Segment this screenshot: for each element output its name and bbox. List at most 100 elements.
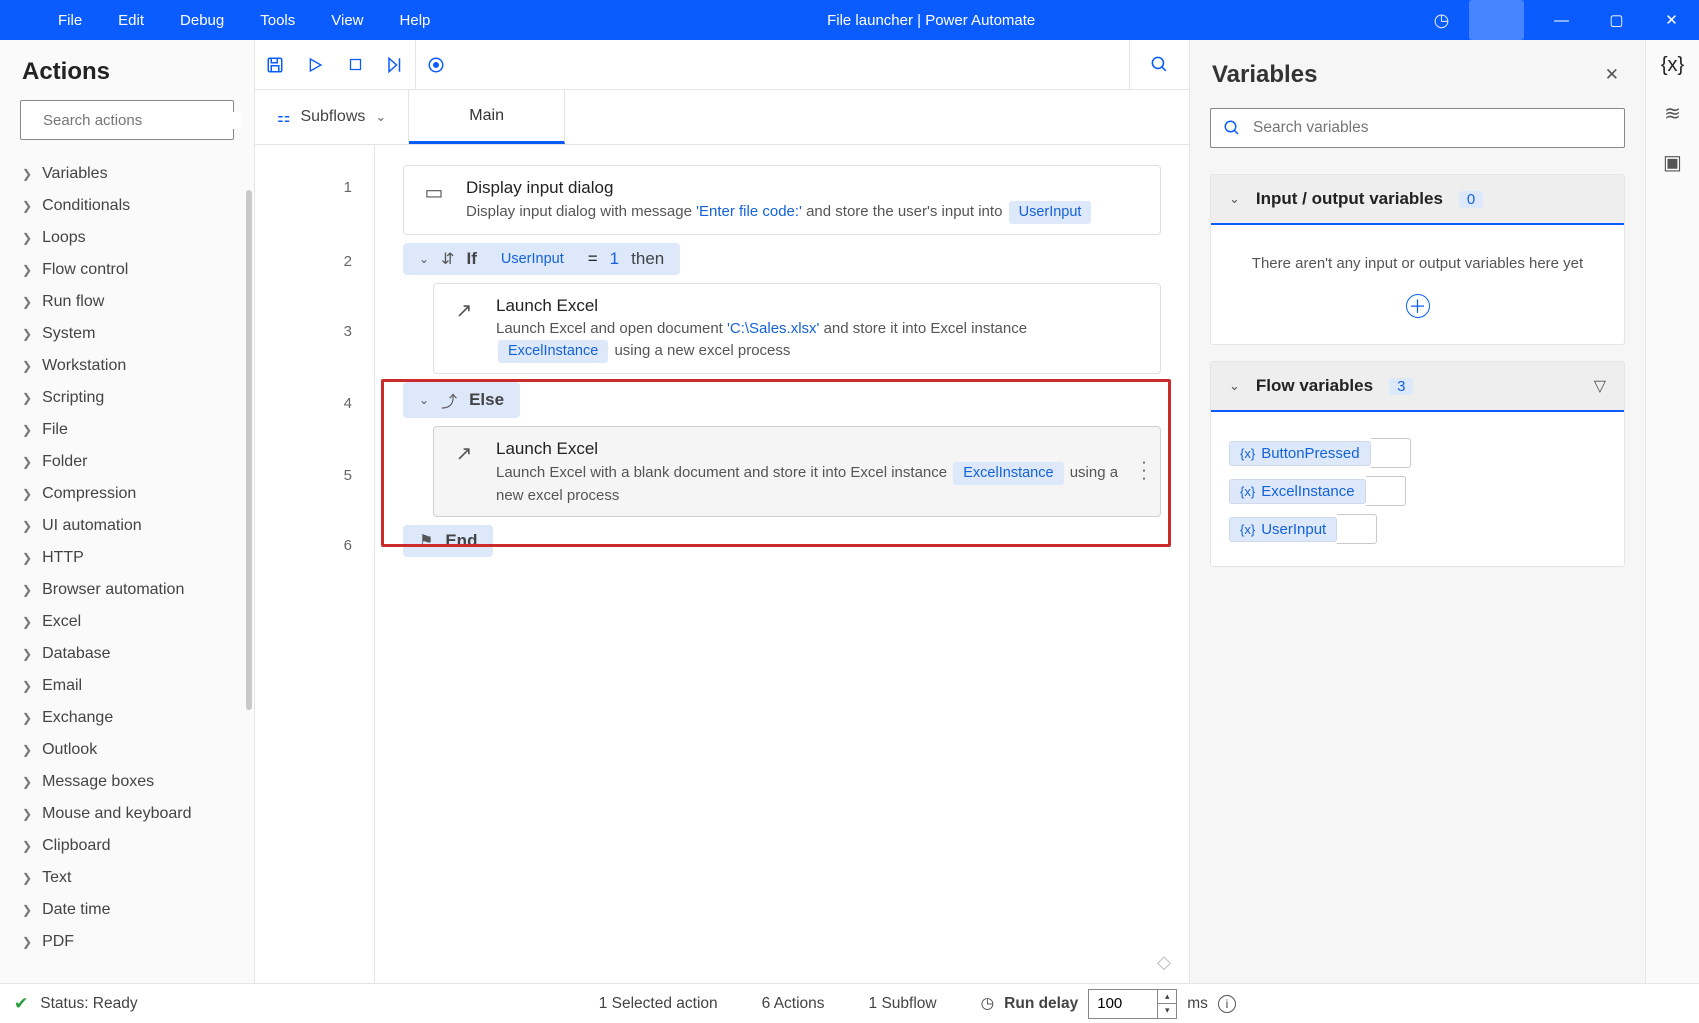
run-delay-spinner[interactable]: ▴▾: [1158, 989, 1177, 1019]
action-text[interactable]: ❯Text: [0, 862, 254, 894]
rail-images-icon[interactable]: ▣: [1663, 150, 1682, 175]
tab-main[interactable]: Main: [409, 90, 565, 144]
var-value-box[interactable]: [1371, 438, 1411, 468]
action-date-time[interactable]: ❯Date time: [0, 894, 254, 926]
add-io-variable-button[interactable]: ＋: [1406, 294, 1430, 318]
step-display-input-dialog[interactable]: ▭ Display input dialog Display input dia…: [403, 165, 1161, 235]
spin-up-icon[interactable]: ▴: [1158, 990, 1176, 1005]
info-icon[interactable]: i: [1218, 995, 1236, 1013]
flow-variables-header[interactable]: ⌄ Flow variables 3 ▽: [1211, 362, 1624, 412]
run-delay-input[interactable]: [1088, 989, 1158, 1019]
more-icon[interactable]: ●●●: [1141, 460, 1146, 484]
variable-icon: {x}: [1240, 522, 1255, 537]
action-clipboard[interactable]: ❯Clipboard: [0, 830, 254, 862]
var-value-box[interactable]: [1366, 476, 1406, 506]
chevron-right-icon: ❯: [22, 231, 32, 245]
step-desc: Display input dialog with message: [466, 203, 696, 220]
close-panel-button[interactable]: ✕: [1605, 65, 1619, 85]
step-desc: and store it into Excel instance: [824, 320, 1027, 337]
actions-search-input[interactable]: [43, 112, 242, 129]
variable-pill-excelinstance[interactable]: ExcelInstance: [953, 462, 1063, 485]
subflow-bar: ⚏ Subflows ⌄ Main: [255, 90, 1189, 145]
close-button[interactable]: ✕: [1644, 0, 1699, 40]
record-button[interactable]: [416, 40, 456, 90]
filter-icon[interactable]: ▽: [1594, 376, 1606, 396]
spin-down-icon[interactable]: ▾: [1158, 1004, 1176, 1018]
action-browser-automation[interactable]: ❯Browser automation: [0, 574, 254, 606]
flow-canvas: 1 2 3 4 5 6 ▭ Display input dialog Displ…: [255, 145, 1189, 983]
status-ok-icon: ✔: [14, 994, 28, 1014]
step-literal: 'Enter file code:': [696, 203, 802, 220]
step-literal: 'C:\Sales.xlsx': [727, 320, 819, 337]
action-ui-automation[interactable]: ❯UI automation: [0, 510, 254, 542]
canvas-search-button[interactable]: [1129, 40, 1189, 90]
action-workstation[interactable]: ❯Workstation: [0, 350, 254, 382]
else-keyword: Else: [469, 390, 504, 410]
action-folder[interactable]: ❯Folder: [0, 446, 254, 478]
step-end[interactable]: ⚑ End: [403, 525, 493, 557]
var-value-box[interactable]: [1337, 514, 1377, 544]
action-scripting[interactable]: ❯Scripting: [0, 382, 254, 414]
step-else[interactable]: ⌄ ⤴ Else: [403, 382, 520, 418]
variables-search[interactable]: [1210, 108, 1625, 148]
action-pdf[interactable]: ❯PDF: [0, 926, 254, 958]
menu-view[interactable]: View: [313, 2, 381, 39]
scrollbar-thumb[interactable]: [246, 190, 252, 710]
line-gutter: 1 2 3 4 5 6: [255, 145, 375, 983]
action-outlook[interactable]: ❯Outlook: [0, 734, 254, 766]
action-conditionals[interactable]: ❯Conditionals: [0, 190, 254, 222]
variable-pill-userinput[interactable]: UserInput: [1009, 201, 1092, 224]
variable-pill-userinput[interactable]: UserInput: [491, 250, 574, 268]
io-variables-header[interactable]: ⌄ Input / output variables 0: [1211, 175, 1624, 225]
action-email[interactable]: ❯Email: [0, 670, 254, 702]
action-excel[interactable]: ❯Excel: [0, 606, 254, 638]
action-file[interactable]: ❯File: [0, 414, 254, 446]
step-desc: Launch Excel with a blank document and s…: [496, 464, 951, 481]
step-if[interactable]: ⌄ ⇵ If UserInput = 1 then: [403, 243, 680, 275]
stop-button[interactable]: [335, 40, 375, 90]
menu-tools[interactable]: Tools: [242, 2, 313, 39]
flow-var-userinput[interactable]: {x}UserInput: [1229, 514, 1606, 544]
step-button[interactable]: [375, 40, 415, 90]
chevron-right-icon: ❯: [22, 775, 32, 789]
run-button[interactable]: [295, 40, 335, 90]
step-launch-excel-open[interactable]: ↗ Launch Excel Launch Excel and open doc…: [433, 283, 1161, 374]
action-loops[interactable]: ❯Loops: [0, 222, 254, 254]
maximize-button[interactable]: ▢: [1589, 0, 1644, 40]
dialog-icon: ▭: [420, 176, 448, 205]
chevron-right-icon: ❯: [22, 679, 32, 693]
account-icon[interactable]: ◷: [1414, 0, 1469, 40]
variable-pill-excelinstance[interactable]: ExcelInstance: [498, 340, 608, 363]
subflows-dropdown[interactable]: ⚏ Subflows ⌄: [255, 90, 409, 144]
menu-edit[interactable]: Edit: [100, 2, 162, 39]
flag-icon: ⚑: [419, 531, 433, 551]
flow-var-excelinstance[interactable]: {x}ExcelInstance: [1229, 476, 1606, 506]
if-keyword: If: [466, 249, 476, 269]
end-keyword: End: [445, 531, 477, 551]
save-button[interactable]: [255, 40, 295, 90]
action-http[interactable]: ❯HTTP: [0, 542, 254, 574]
action-compression[interactable]: ❯Compression: [0, 478, 254, 510]
action-database[interactable]: ❯Database: [0, 638, 254, 670]
flow-var-buttonpressed[interactable]: {x}ButtonPressed: [1229, 438, 1606, 468]
action-exchange[interactable]: ❯Exchange: [0, 702, 254, 734]
action-system[interactable]: ❯System: [0, 318, 254, 350]
menu-help[interactable]: Help: [382, 2, 449, 39]
eraser-icon[interactable]: ◇: [1157, 952, 1171, 973]
ms-label: ms: [1187, 995, 1208, 1013]
variables-search-input[interactable]: [1253, 119, 1612, 137]
action-flow-control[interactable]: ❯Flow control: [0, 254, 254, 286]
action-mouse-and-keyboard[interactable]: ❯Mouse and keyboard: [0, 798, 254, 830]
actions-search[interactable]: [20, 100, 234, 140]
menu-file[interactable]: File: [40, 2, 100, 39]
action-variables[interactable]: ❯Variables: [0, 158, 254, 190]
rail-layers-icon[interactable]: ≋: [1664, 101, 1681, 126]
menu-debug[interactable]: Debug: [162, 2, 242, 39]
minimize-button[interactable]: ―: [1534, 0, 1589, 40]
action-run-flow[interactable]: ❯Run flow: [0, 286, 254, 318]
step-launch-excel-blank[interactable]: ↗ Launch Excel Launch Excel with a blank…: [433, 426, 1161, 517]
action-message-boxes[interactable]: ❯Message boxes: [0, 766, 254, 798]
rail-variables-icon[interactable]: {x}: [1661, 54, 1684, 77]
variable-icon: {x}: [1240, 446, 1255, 461]
chevron-right-icon: ❯: [22, 327, 32, 341]
